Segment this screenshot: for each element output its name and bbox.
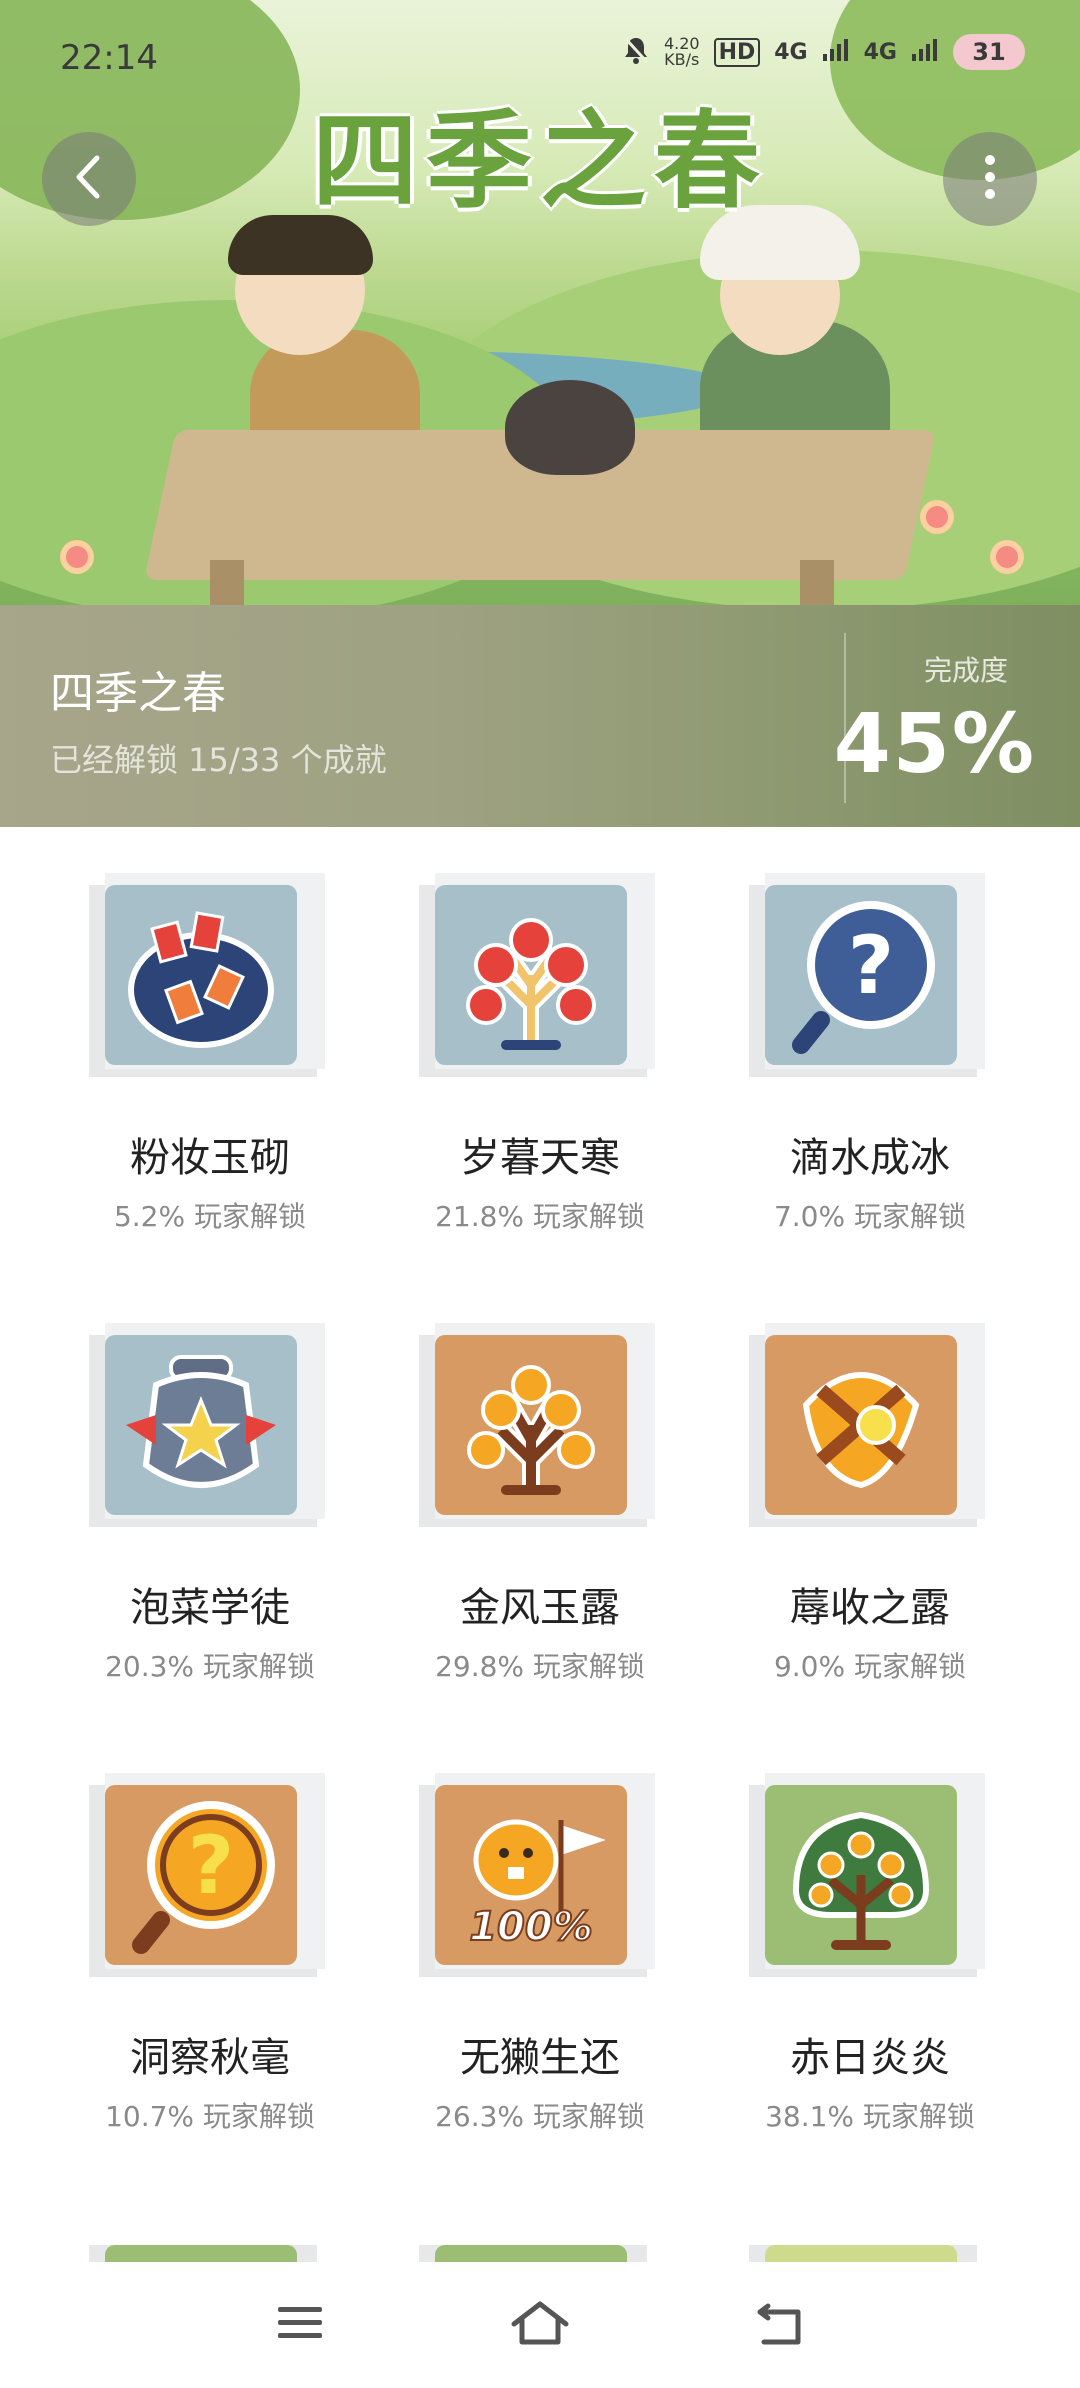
battery-indicator: 31 xyxy=(953,34,1025,70)
achievement-unlock-rate: 20.3% 玩家解锁 xyxy=(105,1650,315,1683)
achievement-card[interactable]: 金风玉露 29.8% 玩家解锁 xyxy=(380,1277,700,1697)
ribbon-coin-icon xyxy=(765,1335,957,1515)
achievement-badge-icon xyxy=(435,2245,627,2262)
table-leg xyxy=(210,560,244,605)
achievement-card[interactable]: ? 洞察秋毫 10.7% 玩家解锁 xyxy=(50,1727,370,2147)
completion-label: 完成度 xyxy=(923,654,1008,687)
badge: ? xyxy=(749,873,985,1077)
achievement-unlock-rate: 9.0% 玩家解锁 xyxy=(773,1650,967,1683)
badge xyxy=(419,2237,653,2262)
achievement-card[interactable]: 100% 无獭生还 26.3% 玩家解锁 xyxy=(380,1727,700,2147)
game-name: 四季之春 xyxy=(50,668,226,719)
back-nav-button[interactable] xyxy=(740,2285,820,2365)
achievement-badge-icon xyxy=(765,2245,957,2262)
achievement-title: 滴水成冰 xyxy=(790,1135,950,1181)
otter-flag-icon: 100% xyxy=(435,1785,627,1965)
signal-bars-icon xyxy=(822,39,850,65)
fortune-tree-icon xyxy=(435,885,627,1065)
menu-button[interactable] xyxy=(260,2285,340,2365)
svg-text:?: ? xyxy=(188,1819,234,1912)
achievement-title: 金风玉露 xyxy=(460,1585,620,1631)
achievement-title: 泡菜学徒 xyxy=(130,1585,290,1631)
achievement-card[interactable]: 泡菜学徒 20.3% 玩家解锁 xyxy=(50,1277,370,1697)
achievement-unlock-rate: 10.7% 玩家解锁 xyxy=(105,2100,315,2133)
badge-100-label: 100% xyxy=(469,1904,593,1950)
achievement-card[interactable]: 蓐收之露 9.0% 玩家解锁 xyxy=(710,1277,1030,1697)
achievement-title: 岁暮天寒 xyxy=(460,1135,620,1181)
home-button[interactable] xyxy=(500,2285,580,2365)
system-nav-bar xyxy=(0,2262,1080,2388)
badge xyxy=(89,873,325,1077)
achievement-title: 蓐收之露 xyxy=(790,1585,950,1631)
achievement-unlock-rate: 5.2% 玩家解锁 xyxy=(113,1200,307,1233)
flower-icon xyxy=(990,540,1024,574)
signal-4g-1: 4G xyxy=(774,39,808,65)
achievement-card-partial[interactable] xyxy=(50,2177,370,2262)
unlock-summary: 已经解锁 15/33 个成就 xyxy=(50,741,387,779)
achievement-card-partial[interactable] xyxy=(380,2177,700,2262)
badge xyxy=(419,1323,655,1527)
game-info-strip: 四季之春 已经解锁 15/33 个成就 完成度 45% xyxy=(0,605,1080,827)
net-speed: 4.20 KB/s xyxy=(663,34,700,69)
menu-icon xyxy=(276,2303,324,2347)
achievement-card[interactable]: 粉妆玉砌 5.2% 玩家解锁 xyxy=(50,827,370,1247)
badge xyxy=(89,2237,323,2262)
achievement-card[interactable]: 赤日炎炎 38.1% 玩家解锁 xyxy=(710,1727,1030,2147)
flower-icon xyxy=(920,500,954,534)
home-icon xyxy=(510,2300,570,2350)
achievement-badge-icon xyxy=(105,2245,297,2262)
pickle-jar-icon xyxy=(105,1335,297,1515)
question-magnifier-icon: ? xyxy=(765,885,957,1065)
achievement-title: 洞察秋毫 xyxy=(130,2035,290,2081)
achievement-unlock-rate: 7.0% 玩家解锁 xyxy=(773,1200,967,1233)
achievement-card[interactable]: ? 滴水成冰 7.0% 玩家解锁 xyxy=(710,827,1030,1247)
completion-value: 45% xyxy=(833,697,1036,792)
achievement-title: 粉妆玉砌 xyxy=(130,1135,290,1181)
orange-tree-icon xyxy=(435,1335,627,1515)
badge: 100% xyxy=(419,1773,655,1977)
achievement-unlock-rate: 21.8% 玩家解锁 xyxy=(435,1200,645,1233)
badge xyxy=(749,2237,983,2262)
achievement-card-partial[interactable] xyxy=(710,2177,1030,2262)
achievement-unlock-rate: 38.1% 玩家解锁 xyxy=(765,2100,975,2133)
signal-bars-icon xyxy=(911,39,939,65)
achievement-title: 无獭生还 xyxy=(460,2035,620,2081)
return-icon xyxy=(754,2300,806,2350)
achievement-card[interactable]: 岁暮天寒 21.8% 玩家解锁 xyxy=(380,827,700,1247)
achievement-unlock-rate: 26.3% 玩家解锁 xyxy=(435,2100,645,2133)
achievement-title: 赤日炎炎 xyxy=(790,2035,950,2081)
mute-bell-icon xyxy=(622,35,650,69)
status-time: 22:14 xyxy=(60,38,158,78)
svg-text:?: ? xyxy=(848,919,894,1012)
table-leg xyxy=(800,560,834,605)
question-magnifier-icon: ? xyxy=(105,1785,297,1965)
teapot-icon xyxy=(505,380,635,475)
badge xyxy=(89,1323,325,1527)
chevron-left-icon xyxy=(69,152,109,206)
more-options-button[interactable] xyxy=(943,132,1037,226)
back-button[interactable] xyxy=(42,132,136,226)
more-vertical-icon xyxy=(982,152,998,206)
badge xyxy=(749,1773,985,1977)
badge: ? xyxy=(89,1773,325,1977)
badge xyxy=(749,1323,985,1527)
hd-badge: HD xyxy=(713,37,761,67)
badge xyxy=(419,873,655,1077)
red-envelope-bag-icon xyxy=(105,885,297,1065)
flower-icon xyxy=(60,540,94,574)
signal-4g-2: 4G xyxy=(863,39,897,65)
fruit-tree-icon xyxy=(765,1785,957,1965)
achievement-unlock-rate: 29.8% 玩家解锁 xyxy=(435,1650,645,1683)
status-bar: 22:14 4.20 KB/s HD 4G 4G 31 xyxy=(0,0,1080,110)
